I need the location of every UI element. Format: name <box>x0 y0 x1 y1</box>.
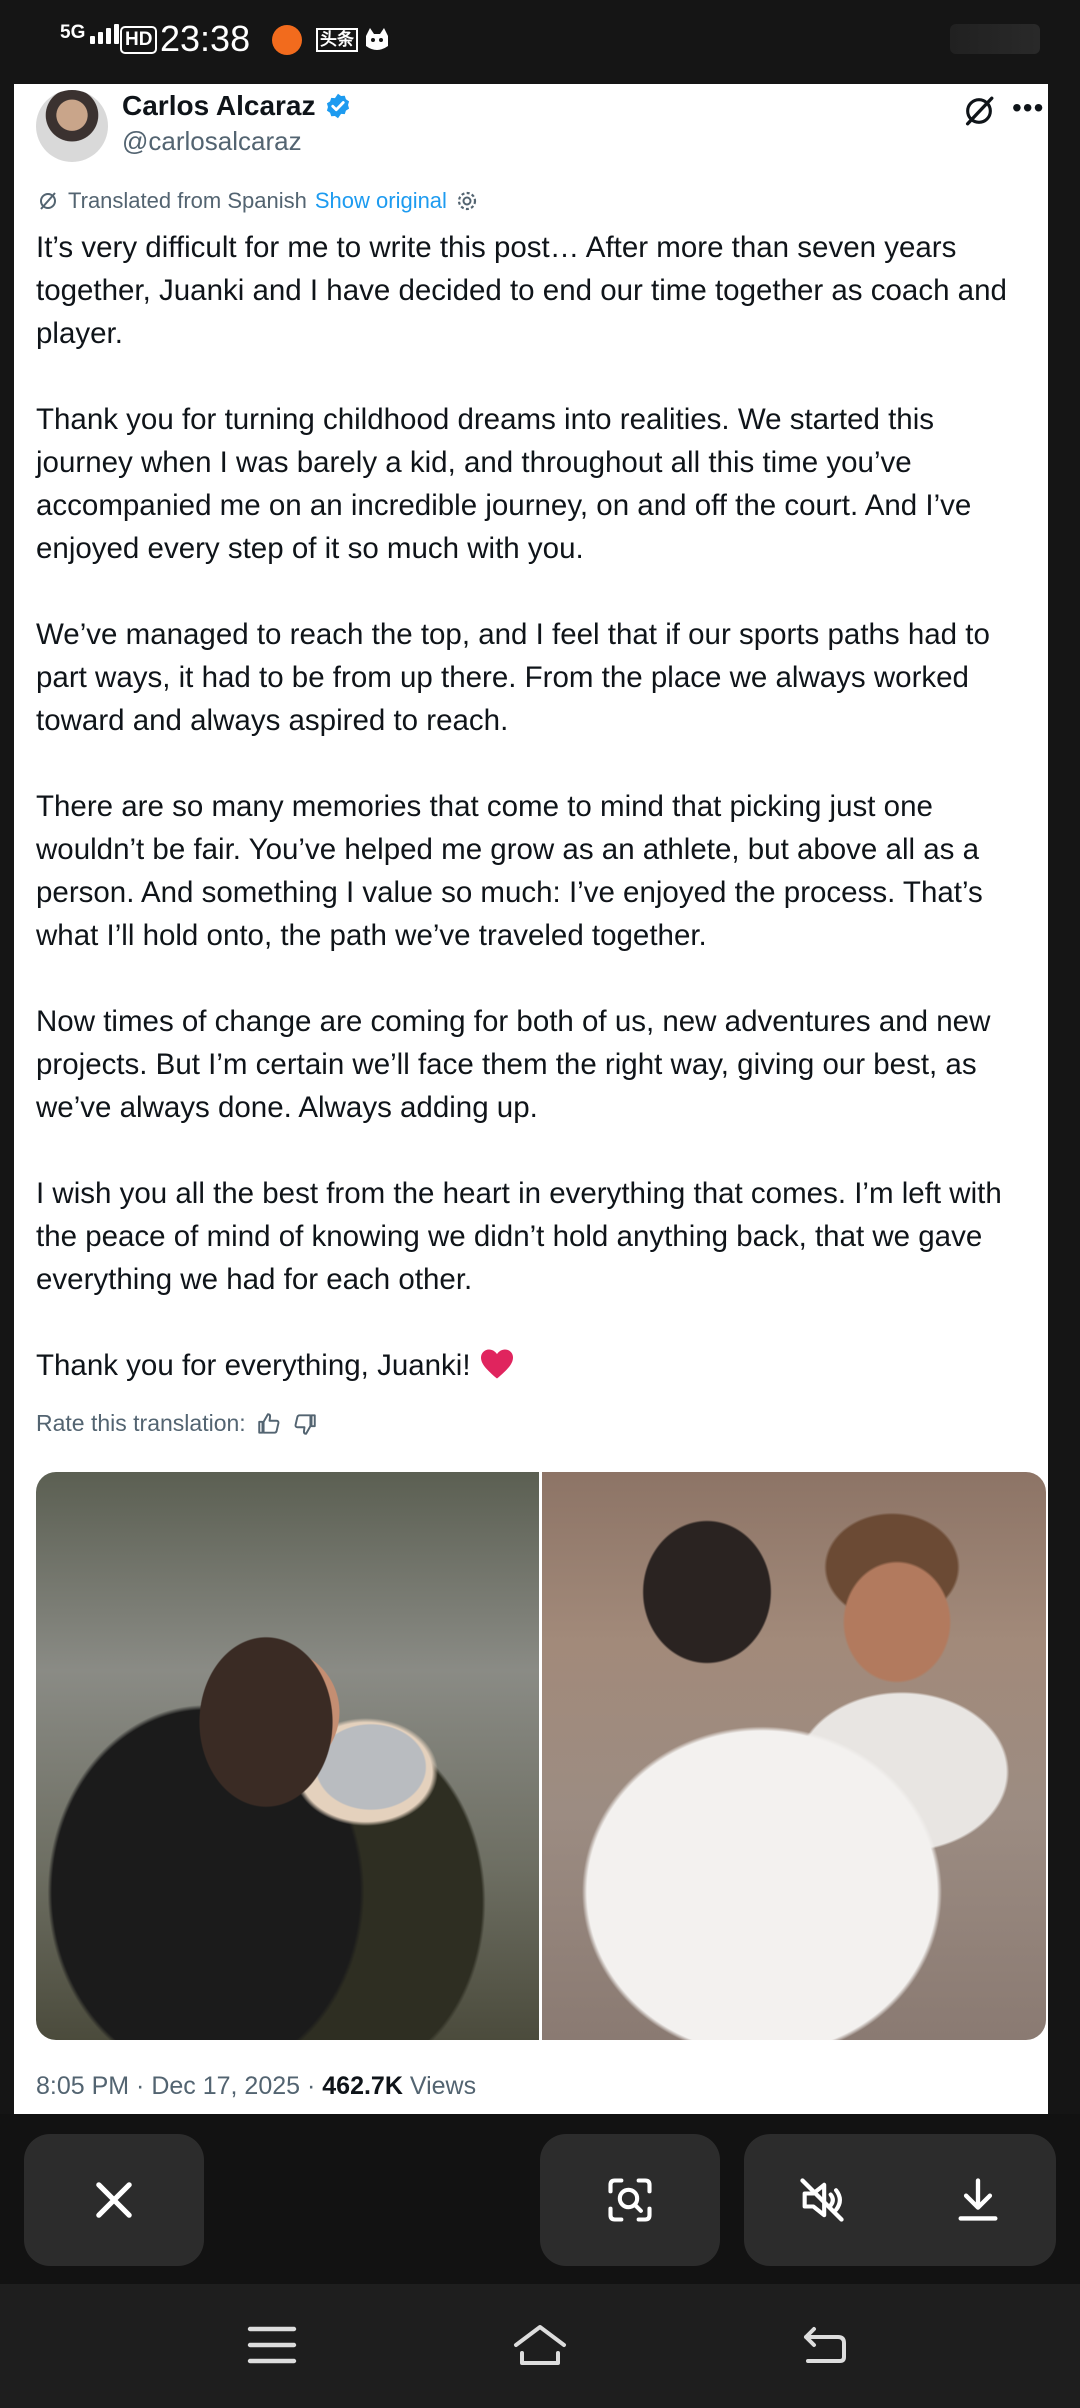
tweet-closing-text: Thank you for everything, Juanki! <box>36 1349 471 1382</box>
home-button[interactable] <box>510 2320 570 2370</box>
translation-bar: Translated from Spanish Show original <box>36 188 479 214</box>
rate-label: Rate this translation: <box>36 1410 246 1436</box>
download-button[interactable] <box>900 2134 1056 2266</box>
download-icon <box>958 2178 998 2221</box>
viewer-controls <box>0 2114 1080 2284</box>
toutiao-notification-icon: 头条 <box>316 28 358 52</box>
verified-badge-icon <box>326 93 349 119</box>
mute-icon <box>800 2178 844 2222</box>
media-actions-group <box>744 2134 1056 2266</box>
back-icon <box>804 2327 846 2363</box>
tweet-paragraph: Thank you for turning childhood dreams i… <box>36 403 972 565</box>
heart-emoji-icon <box>480 1349 513 1379</box>
translate-icon <box>40 192 56 210</box>
views-count: 462.7K <box>322 2072 403 2100</box>
photo-embrace-coach[interactable] <box>542 1472 1046 2040</box>
tweet-paragraph: I wish you all the best from the heart i… <box>36 1177 1002 1296</box>
system-navigation-bar <box>0 2284 1080 2408</box>
tweet-date[interactable]: Dec 17, 2025 <box>151 2072 300 2100</box>
rate-translation: Rate this translation: <box>36 1410 318 1437</box>
close-button[interactable] <box>24 2134 204 2266</box>
tweet-body: It’s very difficult for me to write this… <box>36 226 1036 1430</box>
views-label: Views <box>409 2072 477 2100</box>
translated-label: Translated from Spanish <box>68 188 307 213</box>
author-name: Carlos Alcaraz <box>122 90 316 121</box>
home-icon <box>514 2325 566 2365</box>
image-search-button[interactable] <box>540 2134 720 2266</box>
thumbs-down-icon[interactable] <box>292 1411 318 1437</box>
tweet-paragraph: We’ve managed to reach the top, and I fe… <box>36 618 990 737</box>
hd-badge: HD <box>120 26 158 54</box>
thumbs-up-icon[interactable] <box>256 1411 282 1437</box>
tweet-paragraph: There are so many memories that come to … <box>36 790 983 952</box>
mute-button[interactable] <box>744 2134 900 2266</box>
status-bar: 5G HD 23:38 头条 <box>0 0 1080 84</box>
author-handle[interactable]: @carlosalcaraz <box>122 126 302 157</box>
grok-icon[interactable] <box>962 94 996 128</box>
image-search-icon <box>608 2178 652 2222</box>
tweet-time[interactable]: 8:05 PM <box>36 2072 129 2100</box>
gear-icon[interactable] <box>455 189 479 213</box>
author-name-row[interactable]: Carlos Alcaraz <box>122 90 352 122</box>
signal-icon: 5G <box>60 22 120 44</box>
status-time: 23:38 <box>160 18 251 59</box>
tweet-paragraph: Now times of change are coming for both … <box>36 1005 991 1124</box>
network-type: 5G <box>60 22 86 43</box>
tweet-card: Carlos Alcaraz @carlosalcaraz ••• Transl… <box>14 84 1048 2114</box>
tweet-metadata: 8:05 PM · Dec 17, 2025 · 462.7K Views <box>36 2072 477 2100</box>
show-original-link[interactable]: Show original <box>315 188 447 214</box>
tweet-media <box>36 1472 1046 2040</box>
recent-apps-button[interactable] <box>242 2320 302 2370</box>
tweet-paragraph: It’s very difficult for me to write this… <box>36 231 1007 350</box>
app-notification-icon <box>272 25 302 55</box>
menu-icon <box>247 2326 297 2364</box>
more-icon[interactable]: ••• <box>1012 92 1044 124</box>
photo-embrace-trophy[interactable] <box>36 1472 539 2040</box>
back-button[interactable] <box>794 2320 854 2370</box>
avatar[interactable] <box>36 90 108 162</box>
mascot-notification-icon <box>362 24 392 59</box>
tweet-closing: Thank you for everything, Juanki! <box>36 1344 1036 1387</box>
close-icon <box>96 2182 132 2218</box>
battery-icon <box>950 24 1040 54</box>
